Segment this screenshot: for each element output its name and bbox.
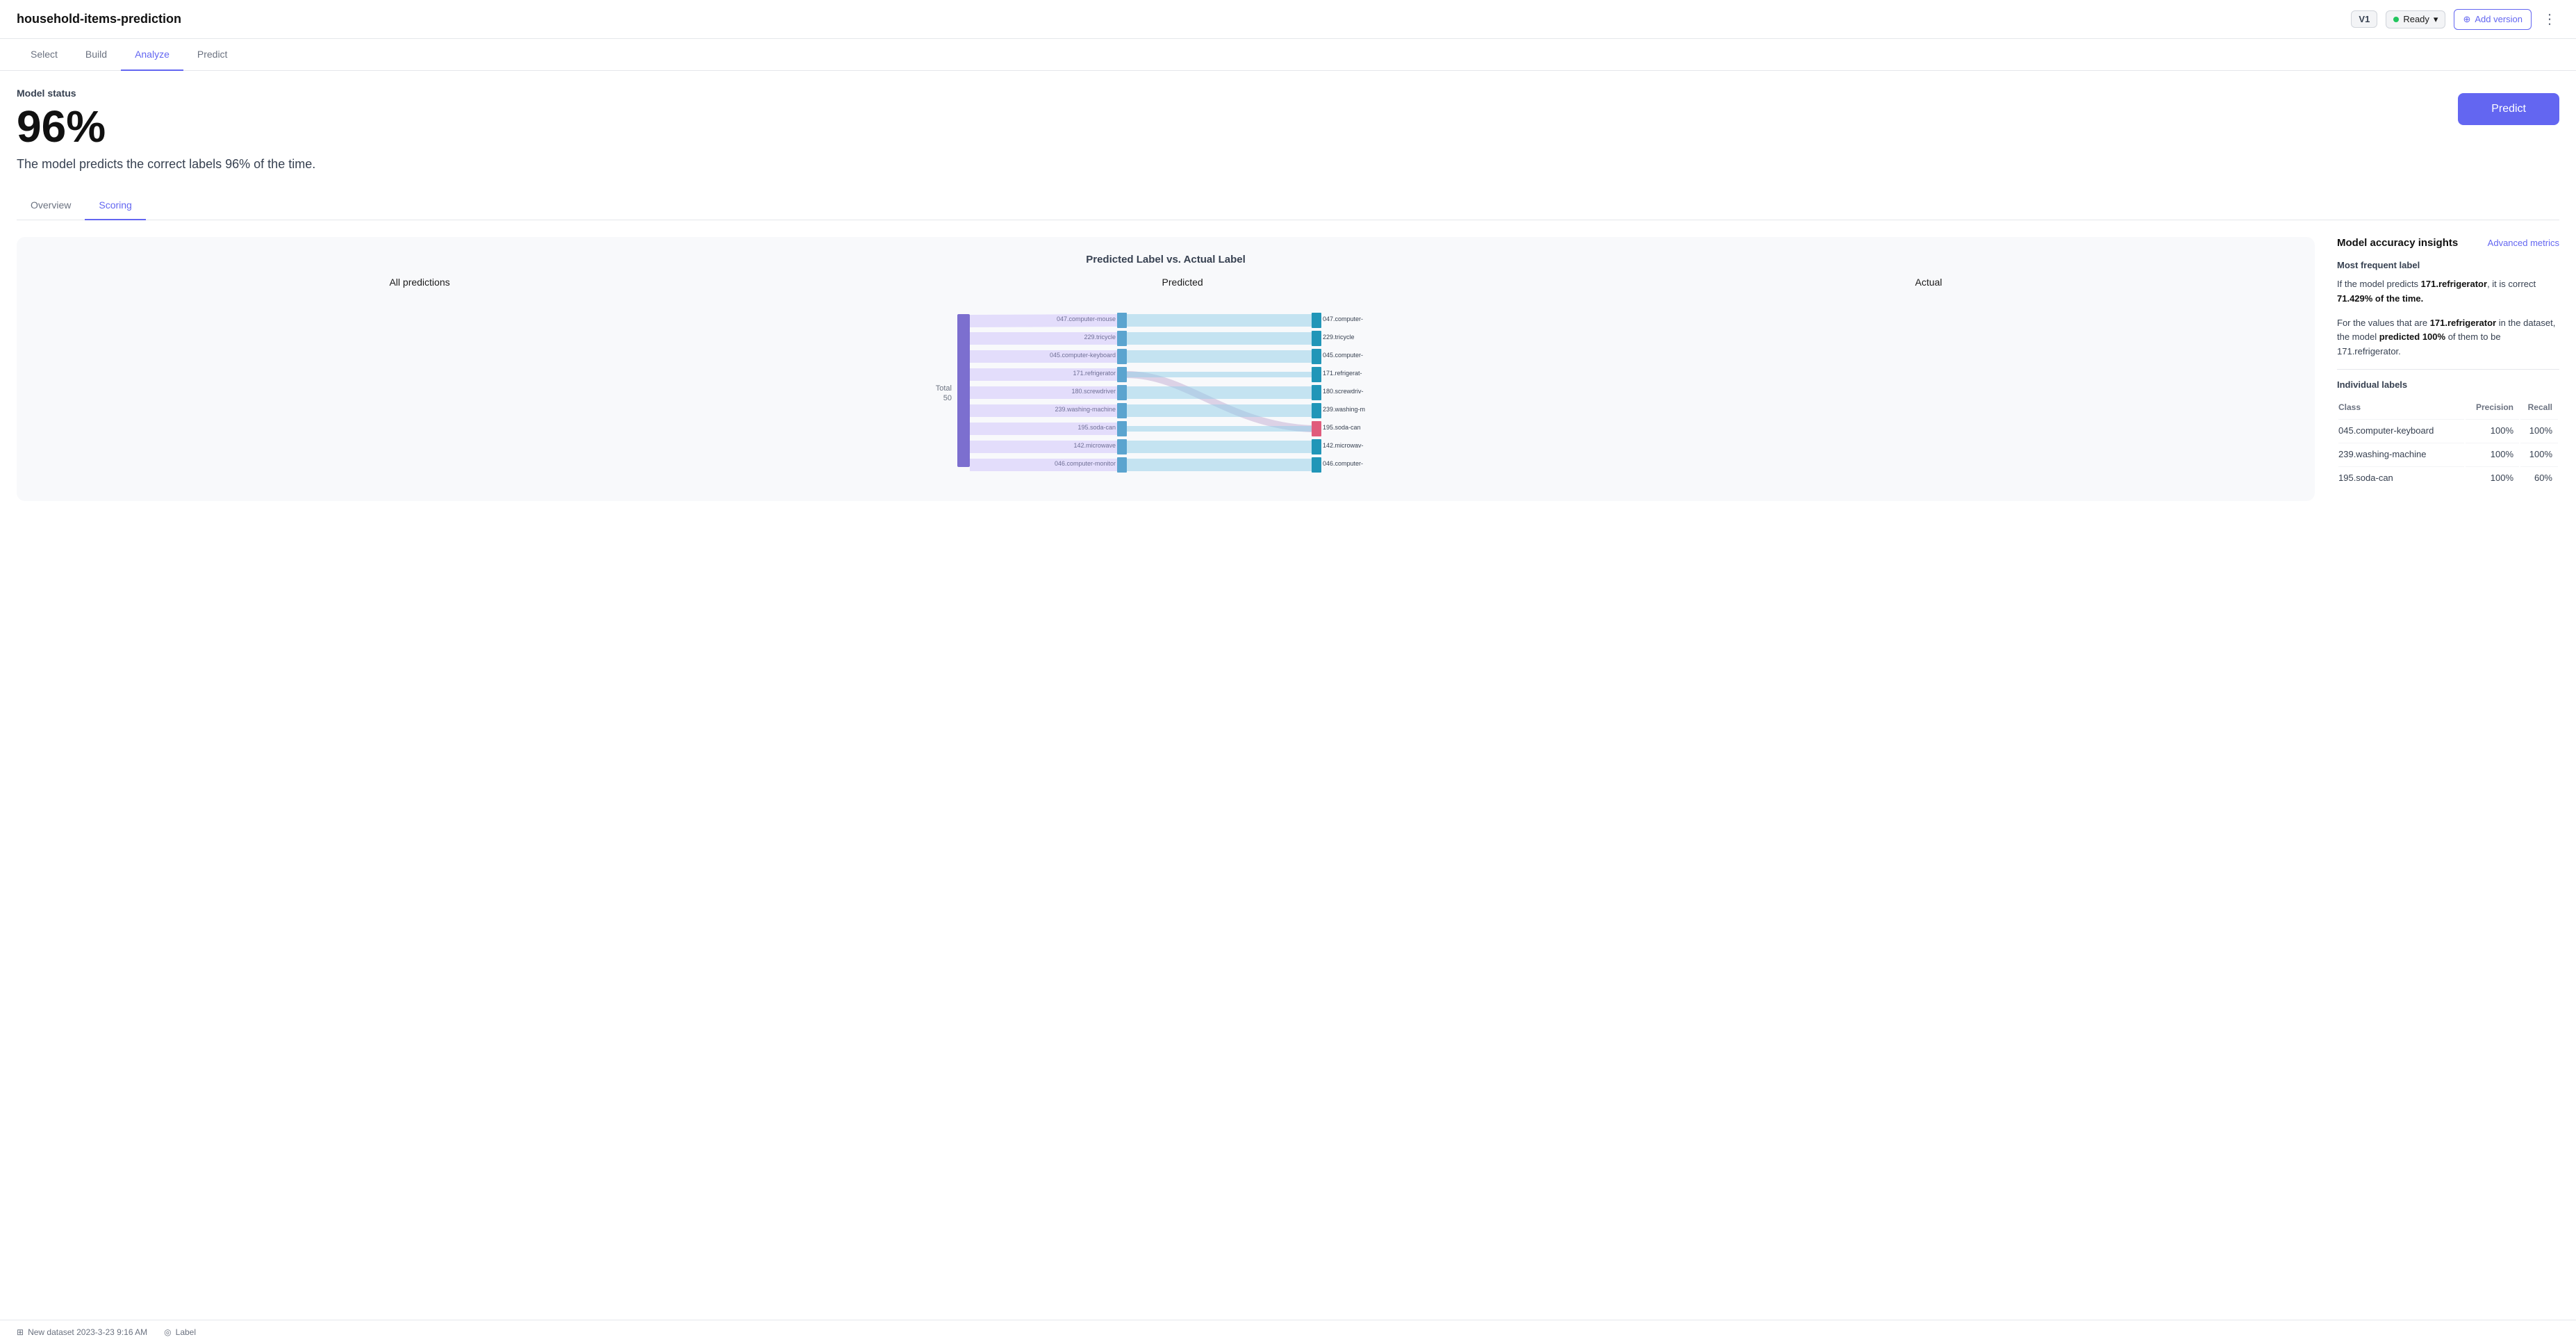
model-status-label: Model status — [17, 88, 315, 99]
col-all-predictions: All predictions — [389, 277, 449, 288]
precision-cell: 100% — [2466, 443, 2519, 465]
app-header: household-items-prediction V1 Ready ▾ ⊕ … — [0, 0, 2576, 39]
sankey-chart: Total 50 047.computer-mouse 229.tricycle… — [33, 293, 2298, 474]
status-dot — [2393, 17, 2399, 22]
divider — [2337, 369, 2559, 370]
metrics-table: Class Precision Recall 045.computer-keyb… — [2337, 398, 2559, 490]
more-options-button[interactable]: ⋮ — [2540, 8, 2559, 31]
main-nav: Select Build Analyze Predict — [0, 39, 2576, 71]
tab-predict[interactable]: Predict — [183, 39, 242, 71]
most-frequent-label: Most frequent label — [2337, 260, 2559, 270]
main-content: Model status 96% The model predicts the … — [0, 71, 2576, 518]
accuracy-description: The model predicts the correct labels 96… — [17, 157, 315, 172]
sub-nav: Overview Scoring — [17, 191, 2559, 220]
svg-text:180.screwdriv-: 180.screwdriv- — [1323, 388, 1364, 395]
advanced-metrics-link[interactable]: Advanced metrics — [2488, 238, 2559, 248]
add-version-button[interactable]: ⊕ Add version — [2454, 9, 2532, 30]
insight-text-2: For the values that are 171.refrigerator… — [2337, 316, 2559, 359]
tab-build[interactable]: Build — [72, 39, 121, 71]
footer: ⊞ New dataset 2023-3-23 9:16 AM ◎ Label — [0, 1320, 2576, 1344]
chart-column-labels: All predictions Predicted Actual — [33, 277, 2298, 288]
chevron-down-icon: ▾ — [2434, 14, 2438, 25]
recall-cell: 100% — [2520, 419, 2558, 441]
sub-tab-scoring[interactable]: Scoring — [85, 191, 145, 220]
svg-text:Total: Total — [936, 384, 952, 393]
svg-text:047.computer-: 047.computer- — [1323, 315, 1363, 322]
sub-tab-overview[interactable]: Overview — [17, 191, 85, 220]
footer-dataset: ⊞ New dataset 2023-3-23 9:16 AM — [17, 1327, 147, 1337]
accuracy-percentage: 96% — [17, 104, 315, 149]
model-status-block: Model status 96% The model predicts the … — [17, 88, 315, 191]
svg-text:045.computer-: 045.computer- — [1323, 352, 1363, 359]
insight-text-1: If the model predicts 171.refrigerator, … — [2337, 277, 2559, 306]
sankey-svg: Total 50 047.computer-mouse 229.tricycle… — [33, 293, 2298, 502]
chart-title: Predicted Label vs. Actual Label — [33, 254, 2298, 265]
col-predicted: Predicted — [1162, 277, 1203, 288]
insight-predicted-pct: predicted 100% — [2379, 331, 2445, 342]
label-icon: ◎ — [164, 1327, 171, 1337]
label-text: Label — [176, 1327, 196, 1337]
col-header-class: Class — [2338, 400, 2464, 418]
insight-pct-1: 71.429% of the time. — [2337, 293, 2423, 304]
precision-cell: 100% — [2466, 466, 2519, 489]
status-badge[interactable]: Ready ▾ — [2386, 10, 2445, 28]
insights-header: Model accuracy insights Advanced metrics — [2337, 237, 2559, 249]
svg-text:239.washing-m: 239.washing-m — [1323, 406, 1365, 413]
svg-text:046.computer-: 046.computer- — [1323, 460, 1363, 467]
col-actual: Actual — [1915, 277, 1942, 288]
class-cell: 045.computer-keyboard — [2338, 419, 2464, 441]
tab-analyze[interactable]: Analyze — [121, 39, 183, 71]
table-row: 045.computer-keyboard 100% 100% — [2338, 419, 2558, 441]
col-header-recall: Recall — [2520, 400, 2558, 418]
precision-cell: 100% — [2466, 419, 2519, 441]
footer-label: ◎ Label — [164, 1327, 196, 1337]
header-actions: V1 Ready ▾ ⊕ Add version ⋮ — [2351, 8, 2559, 31]
status-label: Ready — [2403, 14, 2429, 24]
class-cell: 239.washing-machine — [2338, 443, 2464, 465]
insight-class-2: 171.refrigerator — [2430, 318, 2496, 328]
chart-section: Predicted Label vs. Actual Label All pre… — [17, 237, 2315, 501]
svg-text:50: 50 — [943, 394, 952, 402]
recall-cell: 60% — [2520, 466, 2558, 489]
status-row: Model status 96% The model predicts the … — [17, 88, 2559, 191]
plus-icon: ⊕ — [2463, 14, 2470, 25]
app-title: household-items-prediction — [17, 12, 181, 26]
content-area: Predicted Label vs. Actual Label All pre… — [17, 237, 2559, 501]
table-row: 195.soda-can 100% 60% — [2338, 466, 2558, 489]
class-cell: 195.soda-can — [2338, 466, 2464, 489]
table-row: 239.washing-machine 100% 100% — [2338, 443, 2558, 465]
dataset-icon: ⊞ — [17, 1327, 24, 1337]
col-header-precision: Precision — [2466, 400, 2519, 418]
insights-sidebar: Model accuracy insights Advanced metrics… — [2337, 237, 2559, 501]
tab-select[interactable]: Select — [17, 39, 72, 71]
predict-button[interactable]: Predict — [2458, 93, 2559, 125]
svg-text:195.soda-can: 195.soda-can — [1323, 424, 1361, 431]
svg-text:229.tricycle: 229.tricycle — [1323, 334, 1355, 341]
svg-text:142.microwav-: 142.microwav- — [1323, 442, 1364, 449]
dataset-label: New dataset 2023-3-23 9:16 AM — [28, 1327, 147, 1337]
svg-text:171.refrigerat-: 171.refrigerat- — [1323, 370, 1362, 377]
insight-class-1: 171.refrigerator — [2421, 279, 2487, 289]
insights-title: Model accuracy insights — [2337, 237, 2458, 249]
recall-cell: 100% — [2520, 443, 2558, 465]
version-badge[interactable]: V1 — [2351, 10, 2377, 28]
individual-labels-title: Individual labels — [2337, 379, 2559, 390]
